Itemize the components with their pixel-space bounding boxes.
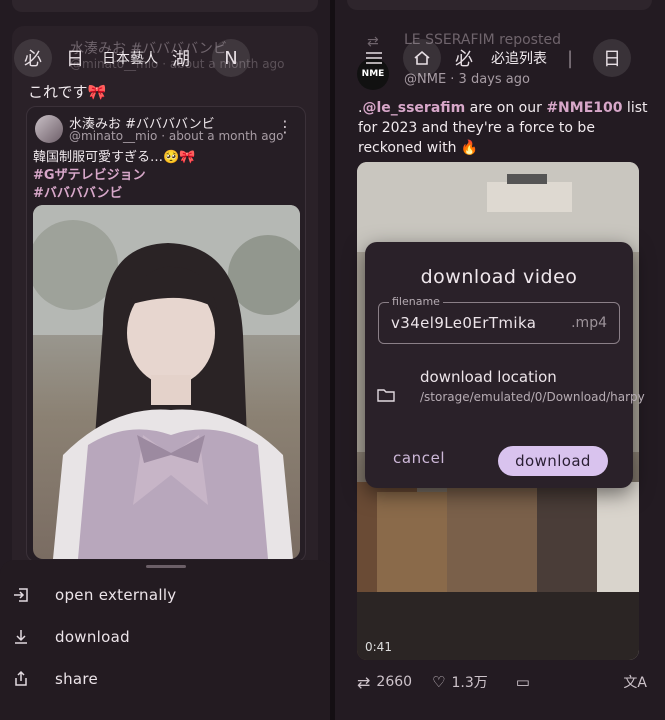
download-video-dialog: download video filename .mp4 download lo… [365, 242, 645, 488]
photo-illustration [33, 205, 300, 559]
bottom-sheet: open externally download share [0, 560, 330, 720]
home-icon[interactable] [403, 39, 441, 77]
hashtag-link[interactable]: #ババババンビ [33, 185, 195, 203]
heart-icon: ♡ [432, 673, 446, 691]
sheet-item-label: open externally [55, 586, 177, 604]
toolbar-label[interactable]: 必追列表 [491, 48, 547, 68]
dialog-title: download video [420, 266, 578, 288]
quoted-author-handle: @minato__mio · about a month ago [69, 129, 284, 143]
sheet-item-open-externally[interactable]: open externally [0, 574, 330, 616]
sheet-item-share[interactable]: share [0, 658, 330, 700]
toolbar-button-2[interactable]: 必 [445, 39, 483, 77]
tweet-text: これです🎀 [28, 83, 107, 101]
hashtag-link[interactable]: #Gザテレビジョン [33, 167, 195, 185]
filename-suffix: .mp4 [571, 315, 607, 331]
filename-label: filename [389, 295, 443, 308]
repost-count: 2660 [376, 674, 413, 690]
mention-link[interactable]: @le_sserafim [362, 100, 465, 116]
repost-button[interactable]: ⇄ 2660 [357, 673, 412, 692]
download-icon [15, 630, 27, 644]
toolbar-button-3[interactable]: 湖 [162, 39, 200, 77]
quoted-text-body: 韓国制服可愛すぎる…🥺🎀 [33, 150, 196, 165]
reply-icon[interactable]: ▭ [516, 673, 530, 691]
download-location-title[interactable]: download location [420, 368, 557, 386]
sheet-drag-handle[interactable] [146, 565, 186, 568]
toolbar-button-4[interactable]: 日 [593, 39, 631, 77]
cancel-button[interactable]: cancel [393, 449, 445, 467]
more-options-icon[interactable]: ⋮ [277, 117, 293, 136]
toolbar-button-2-glyph: 日 [66, 49, 84, 70]
previous-tweet-card[interactable] [347, 0, 652, 10]
download-location-path[interactable]: /storage/emulated/0/Download/harpy [420, 390, 645, 405]
like-count: 1.3万 [451, 675, 488, 691]
hashtag-link[interactable]: #NME100 [546, 100, 622, 116]
filename-field[interactable]: filename .mp4 [378, 295, 620, 344]
toolbar-button-4[interactable]: N [212, 39, 250, 77]
open-external-icon [14, 588, 28, 602]
avatar[interactable] [35, 115, 63, 143]
share-icon [15, 670, 27, 686]
toolbar-label[interactable]: 日本藝人 [102, 48, 158, 68]
toolbar-separator: | [566, 47, 574, 69]
tweet-actions: ⇄ 2660 ♡ 1.3万 ▭ 文A [357, 670, 647, 694]
download-button[interactable]: download [498, 446, 608, 476]
toolbar-button-2[interactable]: 日 [56, 39, 94, 77]
quoted-tweet[interactable]: 水湊みお #ババババンビ @minato__mio · about a mont… [26, 106, 306, 562]
translate-icon[interactable]: 文A [623, 672, 647, 692]
menu-icon[interactable] [355, 39, 393, 77]
tweet-text-part: are on our [465, 100, 547, 116]
folder-icon [377, 389, 395, 402]
quoted-tweet-text: 韓国制服可愛すぎる…🥺🎀 #Gザテレビジョン #ババババンビ [33, 149, 195, 203]
repost-icon: ⇄ [357, 672, 371, 692]
filename-input[interactable] [391, 314, 559, 332]
left-panel: 水湊みお #ババババンビ @minato__mio · about a mont… [0, 0, 330, 720]
sheet-item-download[interactable]: download [0, 616, 330, 658]
toolbar-button-1[interactable]: 必 [14, 39, 52, 77]
tweet-text: .@le_sserafim are on our #NME100 list fo… [358, 98, 648, 158]
like-button[interactable]: ♡ 1.3万 [432, 672, 488, 692]
tweet-photo[interactable] [33, 205, 300, 559]
previous-tweet-card[interactable] [12, 0, 318, 12]
sheet-item-label: download [55, 628, 130, 646]
floating-toolbar: 必 必追列表 | 日 [355, 38, 655, 78]
floating-toolbar: 必 日 日本藝人 湖 N [14, 36, 318, 80]
video-timestamp: 0:41 [365, 640, 392, 654]
sheet-item-label: share [55, 670, 99, 688]
right-panel: ⇄ LE SSERAFIM reposted NME @NME · 3 days… [335, 0, 665, 720]
